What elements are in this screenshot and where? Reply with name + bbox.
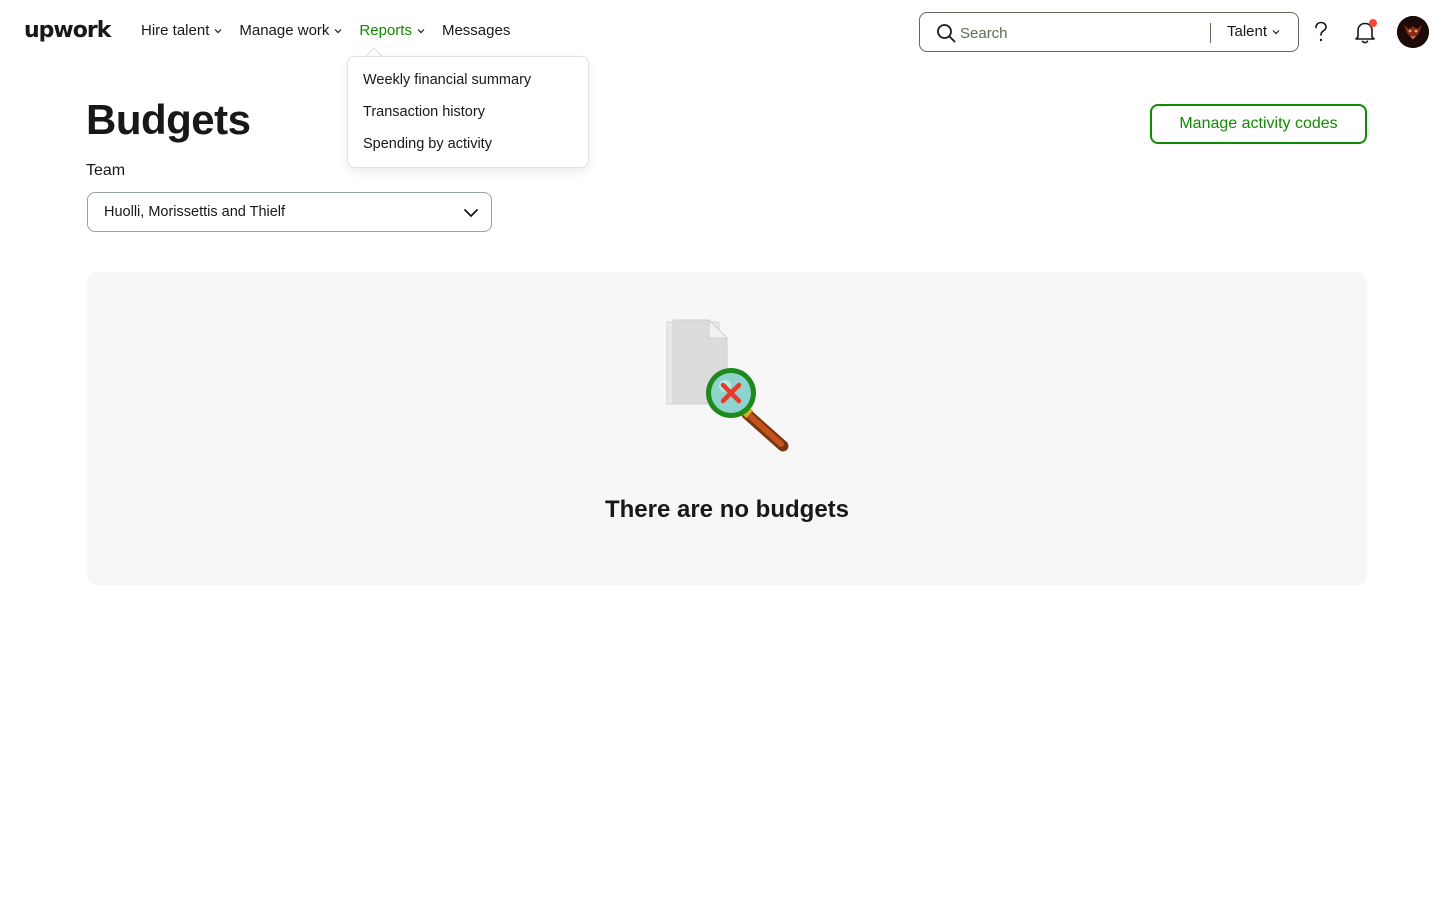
search-type-dropdown[interactable]: Talent xyxy=(1227,23,1280,40)
chevron-down-icon xyxy=(214,27,222,35)
reports-dropdown-menu: Weekly financial summary Transaction his… xyxy=(347,56,589,168)
search-type-label: Talent xyxy=(1227,23,1268,40)
nav-label: Hire talent xyxy=(141,22,210,39)
search-divider xyxy=(1210,23,1211,43)
nav-label: Manage work xyxy=(239,22,330,39)
page-title: Budgets xyxy=(86,96,251,143)
nav-reports[interactable]: Reports xyxy=(359,22,425,39)
notification-dot xyxy=(1369,19,1377,27)
chevron-down-icon xyxy=(1272,28,1280,36)
manage-activity-codes-button[interactable]: Manage activity codes xyxy=(1150,104,1367,144)
search-input[interactable] xyxy=(960,22,1200,44)
top-header: upwork Hire talent Manage work Reports M… xyxy=(0,0,1454,64)
search-icon xyxy=(936,23,956,43)
nav-hire-talent[interactable]: Hire talent xyxy=(141,22,222,39)
team-select[interactable]: Huolli, Morissettis and Thielf xyxy=(87,192,492,232)
no-results-illustration-icon xyxy=(665,318,795,453)
chevron-down-icon xyxy=(334,27,342,35)
menu-item-spending-by-activity[interactable]: Spending by activity xyxy=(363,136,492,152)
nav-label: Messages xyxy=(441,22,511,39)
nav-manage-work[interactable]: Manage work xyxy=(239,22,342,39)
team-select-value: Huolli, Morissettis and Thielf xyxy=(104,204,286,220)
team-label: Team xyxy=(86,162,126,179)
nav-messages[interactable]: Messages xyxy=(442,22,510,39)
empty-state-message: There are no budgets xyxy=(604,496,850,523)
upwork-logo[interactable]: upwork xyxy=(24,18,111,43)
main-nav: Hire talent Manage work Reports Messages xyxy=(141,22,527,39)
menu-item-transaction-history[interactable]: Transaction history xyxy=(363,104,485,120)
nav-label: Reports xyxy=(359,22,412,39)
menu-item-weekly-financial-summary[interactable]: Weekly financial summary xyxy=(363,72,531,88)
avatar[interactable] xyxy=(1397,16,1429,48)
chevron-down-icon xyxy=(417,27,425,35)
chevron-down-icon xyxy=(463,206,479,220)
search-bar: Talent xyxy=(919,12,1299,52)
help-icon[interactable] xyxy=(1310,20,1332,44)
empty-state-panel: There are no budgets xyxy=(87,272,1367,585)
